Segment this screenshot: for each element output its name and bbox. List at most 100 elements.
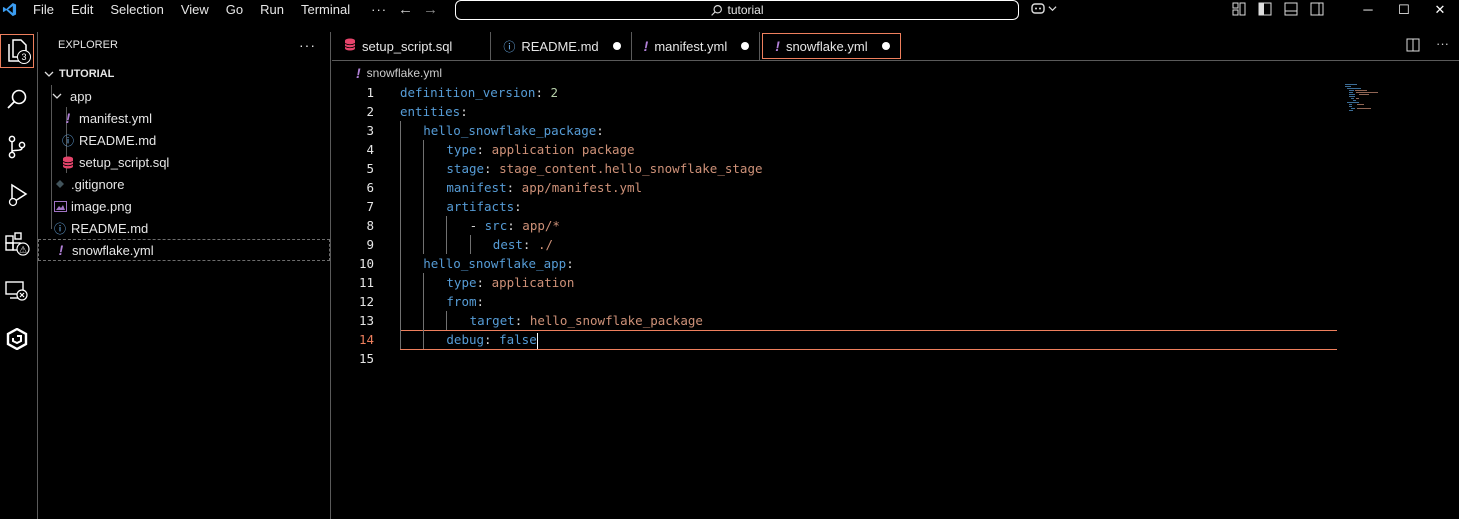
menu-item-edit[interactable]: Edit (71, 2, 93, 17)
close-icon[interactable]: ✕ (1422, 0, 1458, 19)
remote-explorer-activity[interactable] (0, 274, 34, 308)
copilot-button[interactable] (1030, 1, 1057, 15)
code-line: 4 type: application package (332, 140, 1342, 159)
code-token: src (484, 218, 508, 233)
code-line: 3 hello_snowflake_package: (332, 121, 1342, 140)
activity-bar: 3 ⚠ (0, 32, 38, 519)
indent-guide (400, 140, 401, 159)
command-center-search[interactable]: tutorial (455, 0, 1019, 20)
tab-snowflake[interactable]: ! snowflake.yml (762, 33, 901, 59)
indent-guide (423, 235, 425, 254)
code-line: 10 hello_snowflake_app: (332, 254, 1342, 273)
tree-file-item[interactable]: ⓘ README.md (38, 217, 330, 239)
folder-label: app (70, 88, 92, 104)
menu-more-button[interactable]: ··· (371, 2, 387, 17)
file-tree: TUTORIAL app ! manifest.yml ⓘ README.md … (38, 63, 330, 261)
explorer-title: EXPLORER (58, 39, 118, 51)
maximize-icon[interactable]: ☐ (1386, 0, 1422, 19)
minimize-icon[interactable]: ─ (1350, 0, 1386, 19)
line-number: 10 (358, 256, 374, 271)
indent-guide (423, 159, 425, 178)
code-text: manifest: app/manifest.yml (446, 178, 642, 197)
line-number: 12 (358, 294, 374, 309)
toggle-panel-icon[interactable] (1284, 2, 1298, 16)
tab-label: snowflake.yml (785, 38, 868, 54)
toggle-sidebar-icon[interactable] (1258, 2, 1272, 16)
indent-guide (400, 330, 401, 349)
menu-item-selection[interactable]: Selection (110, 2, 163, 17)
toggle-secondary-sidebar-icon[interactable] (1310, 2, 1324, 16)
customize-layout-icon[interactable] (1232, 2, 1246, 16)
code-text: target: hello_snowflake_package (470, 311, 703, 330)
code-text: entities: (400, 102, 468, 121)
code-token: - (469, 218, 485, 233)
tab-manifest[interactable]: ! manifest.yml (632, 32, 761, 60)
window-controls: ─ ☐ ✕ (1350, 0, 1458, 19)
code-token: : (460, 104, 468, 119)
breadcrumb[interactable]: ! snowflake.yml (356, 65, 442, 81)
minimap[interactable] (1345, 84, 1405, 144)
forward-arrow-icon[interactable]: → (423, 0, 438, 19)
tree-file-item[interactable]: setup_script.sql (38, 151, 330, 173)
source-control-activity[interactable] (0, 130, 34, 164)
code-token: manifest (446, 180, 507, 195)
indent-guide (423, 216, 425, 235)
code-text: type: application (446, 273, 574, 292)
back-arrow-icon[interactable]: ← (398, 0, 413, 19)
menu-item-run[interactable]: Run (260, 2, 284, 17)
indent-guide (423, 292, 425, 311)
vscode-logo-icon (0, 0, 19, 19)
code-token: application package (491, 142, 635, 157)
file-label: manifest.yml (79, 110, 152, 126)
tab-setup-script[interactable]: setup_script.sql (332, 32, 492, 60)
tree-folder-app[interactable]: app (38, 85, 330, 107)
more-actions-icon[interactable]: ··· (1436, 37, 1449, 52)
search-icon (711, 4, 723, 16)
tab-label: setup_script.sql (362, 38, 453, 54)
tree-root-folder[interactable]: TUTORIAL (38, 63, 330, 85)
menu-item-go[interactable]: Go (226, 2, 243, 17)
indent-guide (400, 159, 401, 178)
indent-guide (400, 235, 401, 254)
file-label: image.png (71, 198, 132, 214)
tree-file-item[interactable]: ! manifest.yml (38, 107, 330, 129)
indent-guide (446, 311, 448, 330)
code-token: dest (492, 237, 523, 252)
code-token: entities (400, 104, 461, 119)
code-text: hello_snowflake_package: (423, 121, 604, 140)
code-token: : (514, 313, 530, 328)
code-line: 13 target: hello_snowflake_package (332, 311, 1342, 330)
menu-item-terminal[interactable]: Terminal (301, 2, 350, 17)
code-line: 6 manifest: app/manifest.yml (332, 178, 1342, 197)
gitlens-activity[interactable] (0, 322, 34, 356)
tree-file-item[interactable]: .gitignore (38, 173, 330, 195)
indent-guide (423, 178, 425, 197)
extensions-activity[interactable]: ⚠ (0, 226, 34, 260)
code-line: 15 (332, 349, 1342, 368)
run-debug-activity[interactable] (0, 178, 34, 212)
code-editor[interactable]: 1 definition_version: 2 2 entities: 3 hello_s… (332, 83, 1342, 368)
menu-item-view[interactable]: View (181, 2, 209, 17)
tree-file-item[interactable]: ⓘ README.md (38, 129, 330, 151)
search-label: tutorial (727, 3, 764, 17)
tree-file-item[interactable]: image.png (38, 195, 330, 217)
line-number: 8 (366, 218, 374, 233)
indent-guide (400, 311, 401, 330)
explorer-activity[interactable]: 3 (0, 34, 34, 68)
tab-readme[interactable]: ⓘ README.md (491, 32, 632, 60)
yaml-icon: ! (775, 38, 780, 54)
unsaved-dot-icon[interactable] (741, 42, 750, 50)
code-text: - src: app/* (470, 216, 560, 235)
code-token: : (522, 237, 538, 252)
search-activity[interactable] (0, 82, 34, 116)
menu-bar: File Edit Selection View Go Run Terminal ··· (33, 2, 404, 17)
split-editor-icon[interactable] (1406, 38, 1420, 52)
tree-file-item-selected[interactable]: ! snowflake.yml (38, 239, 330, 261)
remote-explorer-icon (5, 281, 28, 301)
code-token: : (507, 218, 523, 233)
code-line: 12 from: (332, 292, 1342, 311)
menu-item-file[interactable]: File (33, 2, 54, 17)
unsaved-dot-icon[interactable] (612, 42, 621, 50)
unsaved-dot-icon[interactable] (881, 42, 890, 50)
explorer-more-button[interactable]: ··· (299, 37, 316, 53)
